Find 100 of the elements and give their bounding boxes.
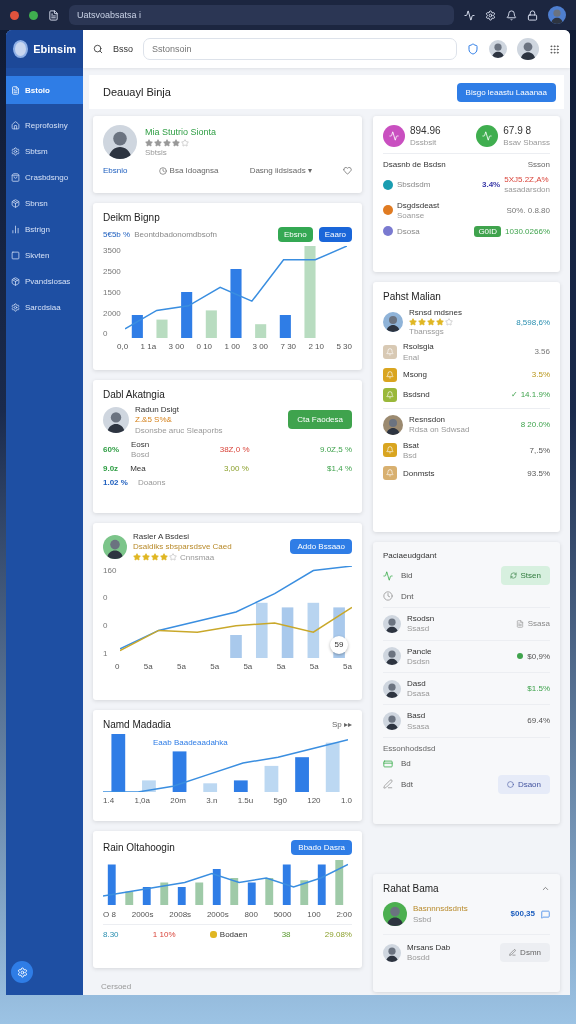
heart-icon[interactable] bbox=[343, 166, 352, 176]
option-label: Dnt bbox=[401, 591, 414, 601]
profile-name: Mia Stutrio Sionta bbox=[145, 127, 217, 138]
axis-label: 1500 bbox=[103, 287, 121, 298]
person-button[interactable]: Dsmn bbox=[500, 943, 550, 963]
circle-icon bbox=[506, 780, 514, 788]
avatar bbox=[489, 40, 507, 58]
sidebar-item[interactable]: Bstrign bbox=[6, 216, 83, 242]
sidebar-item[interactable]: Sbtsm bbox=[6, 138, 83, 164]
axis-label: 2 10 bbox=[308, 342, 324, 352]
chart-bar bbox=[205, 310, 217, 339]
document-icon bbox=[515, 619, 524, 628]
row-name: Mea bbox=[130, 464, 146, 474]
chart-badge[interactable]: 59 bbox=[330, 635, 348, 654]
axis-label: 3 00 bbox=[252, 342, 269, 352]
address-bar[interactable]: Uatsvoabsatsa i bbox=[69, 5, 454, 25]
footer-text: Cersoed bbox=[100, 981, 133, 993]
stat-label: Bsav Sbanss bbox=[503, 137, 550, 147]
lock-icon[interactable] bbox=[527, 9, 538, 21]
chart-bar bbox=[325, 742, 340, 792]
profile-link[interactable]: Ebsnio bbox=[103, 166, 128, 176]
box-icon bbox=[11, 198, 20, 208]
chart-figure: 5€5b % bbox=[103, 230, 131, 240]
chart-bar bbox=[264, 765, 279, 792]
avatar bbox=[383, 902, 407, 926]
axis-label: 3500 bbox=[103, 246, 121, 256]
status-pill: G0ID bbox=[474, 225, 502, 237]
shield-icon[interactable] bbox=[467, 43, 479, 55]
axis-label: 2008s bbox=[169, 910, 192, 920]
option-button[interactable]: Dsaon bbox=[497, 774, 550, 794]
item-name: Rsolsgia bbox=[403, 342, 434, 352]
bag-icon bbox=[11, 172, 20, 182]
person-sub: Bosdd bbox=[407, 953, 431, 963]
row-note: sasadarsdon bbox=[504, 185, 550, 195]
item-sub: Rdsa on Sdwsad bbox=[409, 425, 470, 435]
avatar bbox=[103, 407, 129, 433]
chart-bar bbox=[212, 869, 221, 905]
collapse-icon[interactable] bbox=[541, 884, 550, 893]
axis-label: 1 00 bbox=[224, 342, 241, 352]
axis-label: 0 bbox=[103, 329, 109, 339]
row-label: Dsgdsdeast bbox=[397, 200, 440, 210]
item-value: 8,598,6% bbox=[516, 317, 550, 327]
profile-dropdown[interactable]: Dasng iidsisads ▾ bbox=[249, 166, 312, 176]
search-label: Bsso bbox=[113, 44, 133, 54]
chart-button[interactable]: Bbado Dasra bbox=[291, 840, 352, 855]
activity-icon bbox=[383, 570, 393, 581]
settings-button[interactable] bbox=[11, 961, 33, 983]
item-name: Donmsts bbox=[403, 468, 435, 478]
axis-label: 5 30 bbox=[336, 342, 352, 352]
person-name: Dasd bbox=[407, 678, 427, 689]
card-title: Rahat Bama bbox=[383, 883, 439, 894]
axis-label: 0,0 bbox=[117, 342, 129, 352]
avatar bbox=[383, 712, 401, 730]
clock-icon bbox=[383, 591, 393, 602]
chart-bar bbox=[160, 882, 169, 905]
person-sub: Ssbd bbox=[413, 914, 433, 924]
chart-button[interactable]: Eaaro bbox=[318, 227, 352, 243]
sidebar-item[interactable]: Reprofosiny bbox=[6, 112, 83, 138]
edit-icon bbox=[383, 779, 393, 790]
item-name: Msong bbox=[403, 370, 427, 380]
axis-label: 5a bbox=[143, 661, 153, 671]
item-sub: Tbanssgs bbox=[409, 327, 445, 337]
chart-bar bbox=[111, 733, 126, 792]
pencil-icon bbox=[509, 949, 517, 957]
row-change: 3,00 % bbox=[223, 464, 249, 474]
axis-label: 5a bbox=[276, 661, 286, 671]
more-link[interactable]: Sp ▸▸ bbox=[332, 719, 352, 729]
search-icon[interactable] bbox=[93, 44, 103, 54]
person-name: Basd bbox=[407, 711, 427, 721]
sidebar-item[interactable]: Bstoio bbox=[6, 76, 83, 104]
chart-bar bbox=[131, 315, 143, 339]
avatar bbox=[383, 679, 401, 698]
option-button[interactable]: Stsen bbox=[500, 566, 550, 586]
header-button[interactable]: Bisgo leaastu Laaanaa bbox=[456, 82, 556, 102]
person-value: 69.4% bbox=[527, 716, 550, 726]
sidebar-item[interactable]: Sarcdsiaa bbox=[6, 294, 83, 320]
item-name: Rsnsd mdsnes bbox=[409, 308, 462, 318]
stat-value: 894.96 bbox=[410, 125, 441, 137]
footer-figure: 1.02 % bbox=[103, 478, 128, 488]
row-sub: Soanse bbox=[397, 210, 426, 220]
logo-icon bbox=[13, 40, 29, 58]
tab-icon[interactable] bbox=[48, 9, 59, 21]
chart-button[interactable]: Addo Bssaao bbox=[290, 539, 352, 555]
sidebar-item[interactable]: Pvandsiosas bbox=[6, 268, 83, 294]
person-name: Mrsans Dab bbox=[407, 943, 451, 953]
sidebar-item[interactable]: Sbnsn bbox=[6, 190, 83, 216]
avatar bbox=[548, 6, 566, 24]
search-field[interactable]: Sstonsoin bbox=[143, 38, 457, 60]
axis-label: 2500 bbox=[103, 267, 121, 277]
apps-icon[interactable] bbox=[549, 43, 560, 55]
settings-icon[interactable] bbox=[485, 9, 496, 21]
sidebar-item[interactable]: Skvten bbox=[6, 242, 83, 268]
notification-icon[interactable] bbox=[506, 9, 517, 21]
person-name: Basnnnsdsdnts bbox=[413, 904, 468, 914]
chart-bar bbox=[233, 780, 248, 792]
axis-label: 1,0a bbox=[134, 795, 150, 805]
person-note: Dsaldiks sbsparsdsve Caed bbox=[133, 542, 232, 552]
row-label: Sbsdsdm bbox=[397, 180, 431, 190]
page-title: Deauayl Binja bbox=[103, 86, 171, 98]
sidebar-item[interactable]: Crasbdsngo bbox=[6, 164, 83, 190]
